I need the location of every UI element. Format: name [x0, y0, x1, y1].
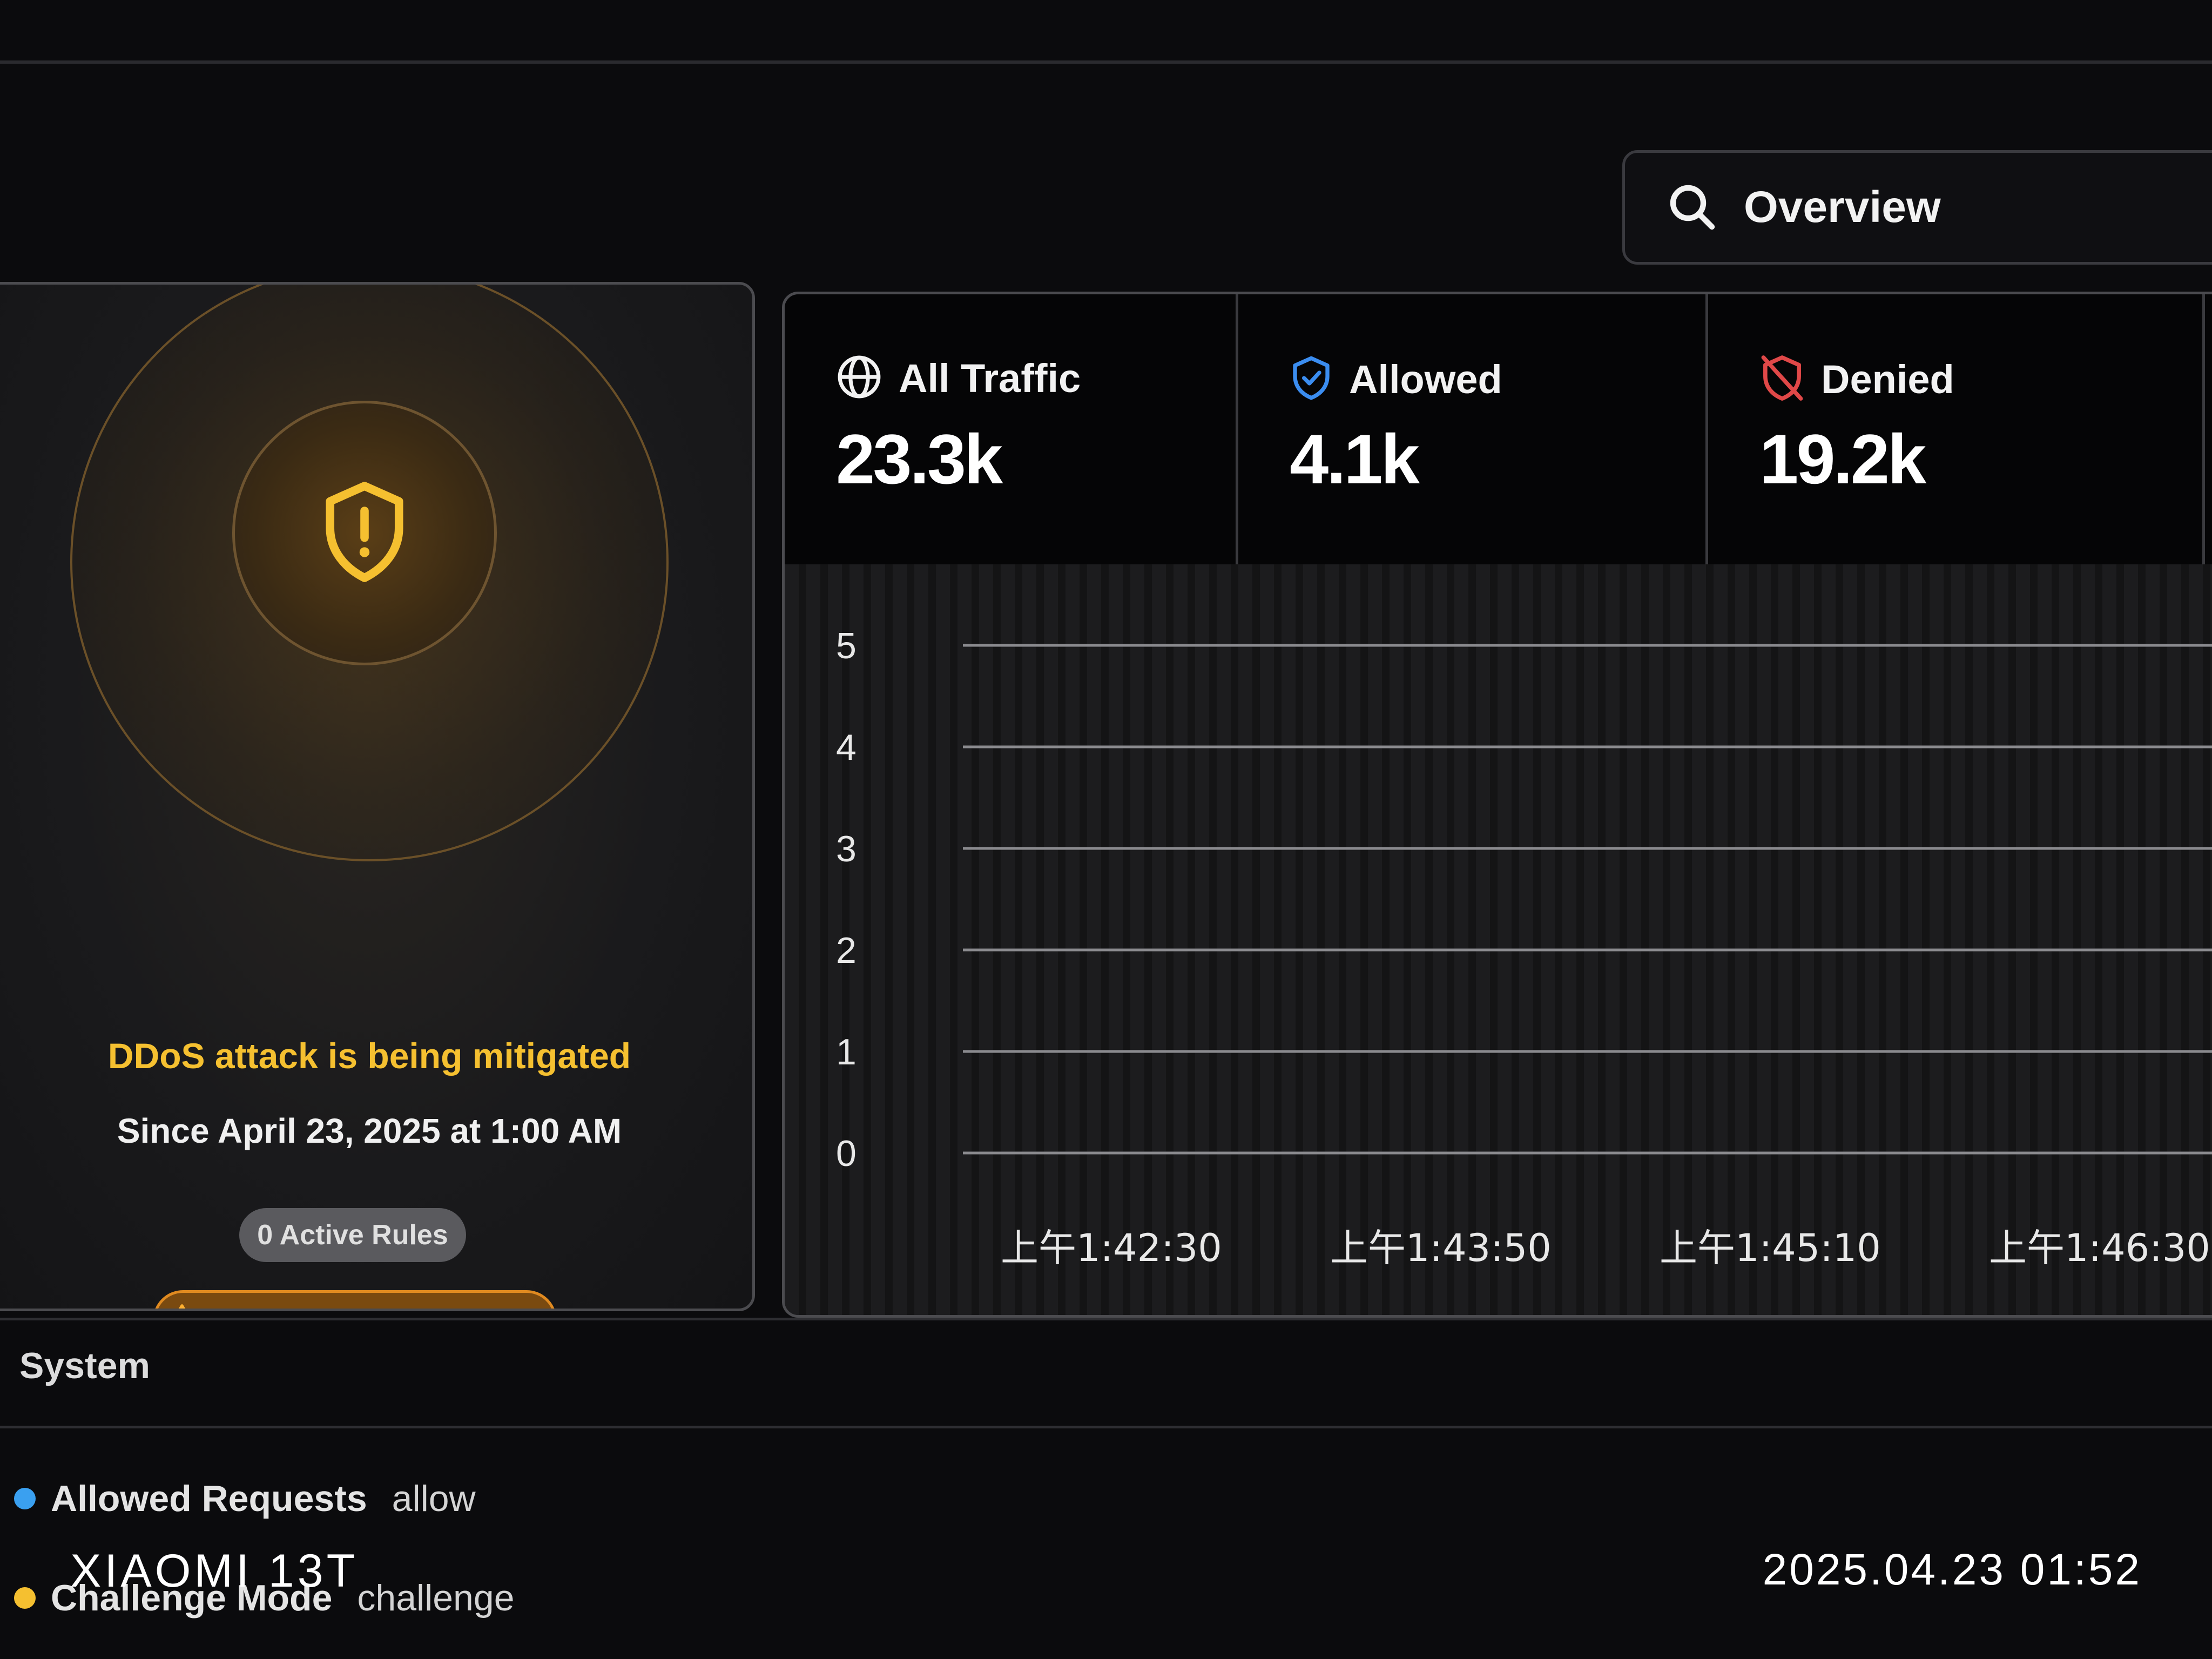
y-tick-label: 1: [836, 1031, 857, 1073]
stat-value: 19.2k: [1759, 420, 1926, 498]
shield-off-icon: [1759, 354, 1805, 405]
section-divider: [0, 1318, 2212, 1320]
alert-title: DDoS attack is being mitigated: [107, 1036, 631, 1076]
legend-dot: [14, 1587, 36, 1609]
dashboard-screen: Overview DDoS attack is being mitigated …: [0, 0, 2212, 1659]
y-tick-label: 5: [836, 625, 857, 666]
legend-dot: [14, 1488, 36, 1509]
system-title: System: [19, 1345, 150, 1386]
stat-value: 4.1k: [1290, 420, 1420, 498]
status-ring-inner: [232, 401, 497, 665]
search-input[interactable]: Overview: [1622, 150, 2212, 265]
stat-label: Allowed: [1349, 357, 1502, 402]
legend-name: Allowed Requests: [51, 1478, 367, 1519]
reverse-proxy-label: Reverse Proxy Detected: [210, 1304, 543, 1309]
legend-item-allowed[interactable]: Allowed Requests allow: [14, 1478, 476, 1520]
ddos-status-card: DDoS attack is being mitigated Since Apr…: [0, 282, 755, 1311]
x-tick-label: 上午1:46:30: [1989, 1226, 2210, 1270]
stat-all-traffic[interactable]: All Traffic 23.3k: [785, 294, 1238, 564]
shield-alert-icon: [319, 478, 410, 589]
legend-action: challenge: [357, 1577, 515, 1618]
camera-watermark-brand: XIAOMI 13T: [70, 1545, 359, 1597]
stat-label: All Traffic: [899, 356, 1081, 401]
stat-denied[interactable]: Denied 19.2k: [1708, 294, 2205, 564]
y-tick-label: 2: [836, 930, 857, 971]
camera-watermark-timestamp: 2025.04.23 01:52: [1762, 1545, 2142, 1594]
traffic-panel: All Traffic 23.3k Allowed 4.1k Denied 19…: [782, 292, 2212, 1318]
globe-icon: [836, 354, 882, 403]
x-tick-label: 上午1:43:50: [1330, 1226, 1552, 1270]
header-divider: [0, 60, 2212, 64]
stat-label: Denied: [1821, 357, 1954, 402]
shield-check-icon: [1290, 354, 1333, 405]
reverse-proxy-badge[interactable]: Reverse Proxy Detected: [153, 1290, 557, 1309]
search-value: Overview: [1744, 183, 1941, 232]
stat-allowed[interactable]: Allowed 4.1k: [1238, 294, 1708, 564]
y-tick-label: 3: [836, 828, 857, 869]
warning-icon: [166, 1303, 198, 1309]
search-icon: [1657, 172, 1728, 242]
legend-action: allow: [392, 1478, 476, 1519]
active-rules-badge[interactable]: 0 Active Rules: [239, 1208, 466, 1262]
traffic-chart-svg: 5 4 3 2 1 0 上午1:42:30 上午1:43:50 上午1:45:10 上午1:46:…: [836, 625, 2212, 1270]
x-tick-label: 上午1:45:10: [1660, 1226, 1881, 1270]
section-divider: [0, 1426, 2212, 1428]
traffic-chart: 5 4 3 2 1 0 上午1:42:30 上午1:43:50 上午1:45:10 上午1:46:…: [785, 564, 2212, 1315]
y-tick-label: 4: [836, 727, 857, 768]
stat-value: 23.3k: [836, 420, 1003, 498]
y-tick-label: 0: [836, 1133, 857, 1174]
stats-row: All Traffic 23.3k Allowed 4.1k Denied 19…: [785, 294, 2212, 564]
alert-since: Since April 23, 2025 at 1:00 AM: [117, 1111, 622, 1150]
x-tick-label: 上午1:42:30: [1001, 1226, 1222, 1270]
